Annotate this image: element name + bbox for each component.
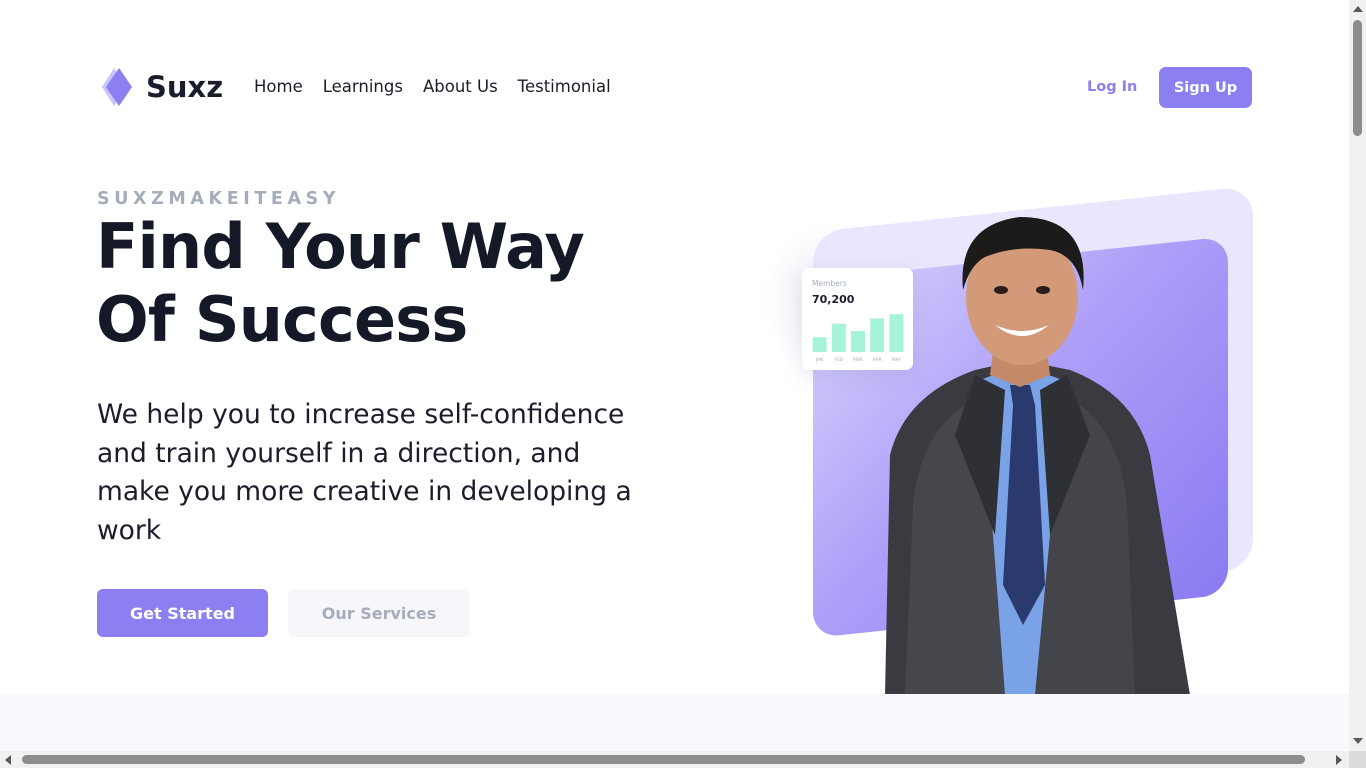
- our-services-button[interactable]: Our Services: [288, 589, 470, 637]
- bar-mar: [851, 331, 865, 352]
- diamond-logo-icon: [102, 68, 132, 106]
- hero-illustration: Members 70,200 JAN FEB MAR APR MAY: [740, 185, 1280, 695]
- scroll-down-arrow-icon[interactable]: [1353, 738, 1363, 744]
- brand-name: Suxz: [146, 70, 224, 104]
- hero-headline: Find Your Way Of Success: [96, 210, 716, 356]
- get-started-button[interactable]: Get Started: [97, 589, 268, 637]
- main-nav: Home Learnings About Us Testimonial: [254, 75, 631, 99]
- tick-label-apr: APR: [873, 357, 882, 363]
- bar-feb: [831, 323, 846, 352]
- tick-label-may: MAY: [892, 357, 902, 363]
- top-navigation: Suxz Home Learnings About Us Testimonial…: [0, 0, 1349, 175]
- members-bar-chart: JAN FEB MAR APR MAY: [812, 314, 904, 363]
- scroll-up-arrow-icon[interactable]: [1353, 6, 1363, 12]
- tick-label-mar: MAR: [853, 357, 863, 363]
- login-link[interactable]: Log In: [1087, 77, 1137, 97]
- vertical-scrollbar[interactable]: [1349, 0, 1366, 751]
- nav-link-learnings[interactable]: Learnings: [323, 75, 403, 99]
- nav-link-home[interactable]: Home: [254, 75, 303, 99]
- scroll-left-arrow-icon[interactable]: [5, 755, 11, 765]
- members-value: 70,200: [812, 293, 855, 306]
- brand-logo[interactable]: Suxz: [100, 66, 223, 108]
- page-viewport: Suxz Home Learnings About Us Testimonial…: [0, 0, 1349, 751]
- horizontal-scroll-thumb[interactable]: [22, 755, 1305, 764]
- members-stat-card: Members 70,200 JAN FEB MAR APR MAY: [802, 268, 913, 370]
- hero-headline-line-2: Of Success: [96, 283, 468, 356]
- next-section-band: [0, 694, 1349, 751]
- scroll-right-arrow-icon[interactable]: [1336, 755, 1342, 765]
- tick-label-jan: JAN: [815, 357, 824, 363]
- hero-description: We help you to increase self-confidence …: [97, 399, 632, 546]
- hero-headline-line-1: Find Your Way: [96, 210, 585, 283]
- hero-eyebrow: SUXZMAKEITEASY: [97, 189, 341, 209]
- scrollbar-corner: [1349, 751, 1366, 768]
- horizontal-scrollbar[interactable]: [0, 751, 1349, 768]
- nav-link-testimonial[interactable]: Testimonial: [518, 75, 611, 99]
- signup-button[interactable]: Sign Up: [1159, 67, 1252, 108]
- bar-may: [889, 314, 904, 352]
- bar-jan: [812, 337, 827, 352]
- vertical-scroll-thumb[interactable]: [1353, 20, 1362, 136]
- nav-link-about-us[interactable]: About Us: [423, 75, 498, 99]
- bar-apr: [870, 318, 885, 352]
- tick-label-feb: FEB: [835, 357, 844, 363]
- members-label: Members: [812, 279, 847, 288]
